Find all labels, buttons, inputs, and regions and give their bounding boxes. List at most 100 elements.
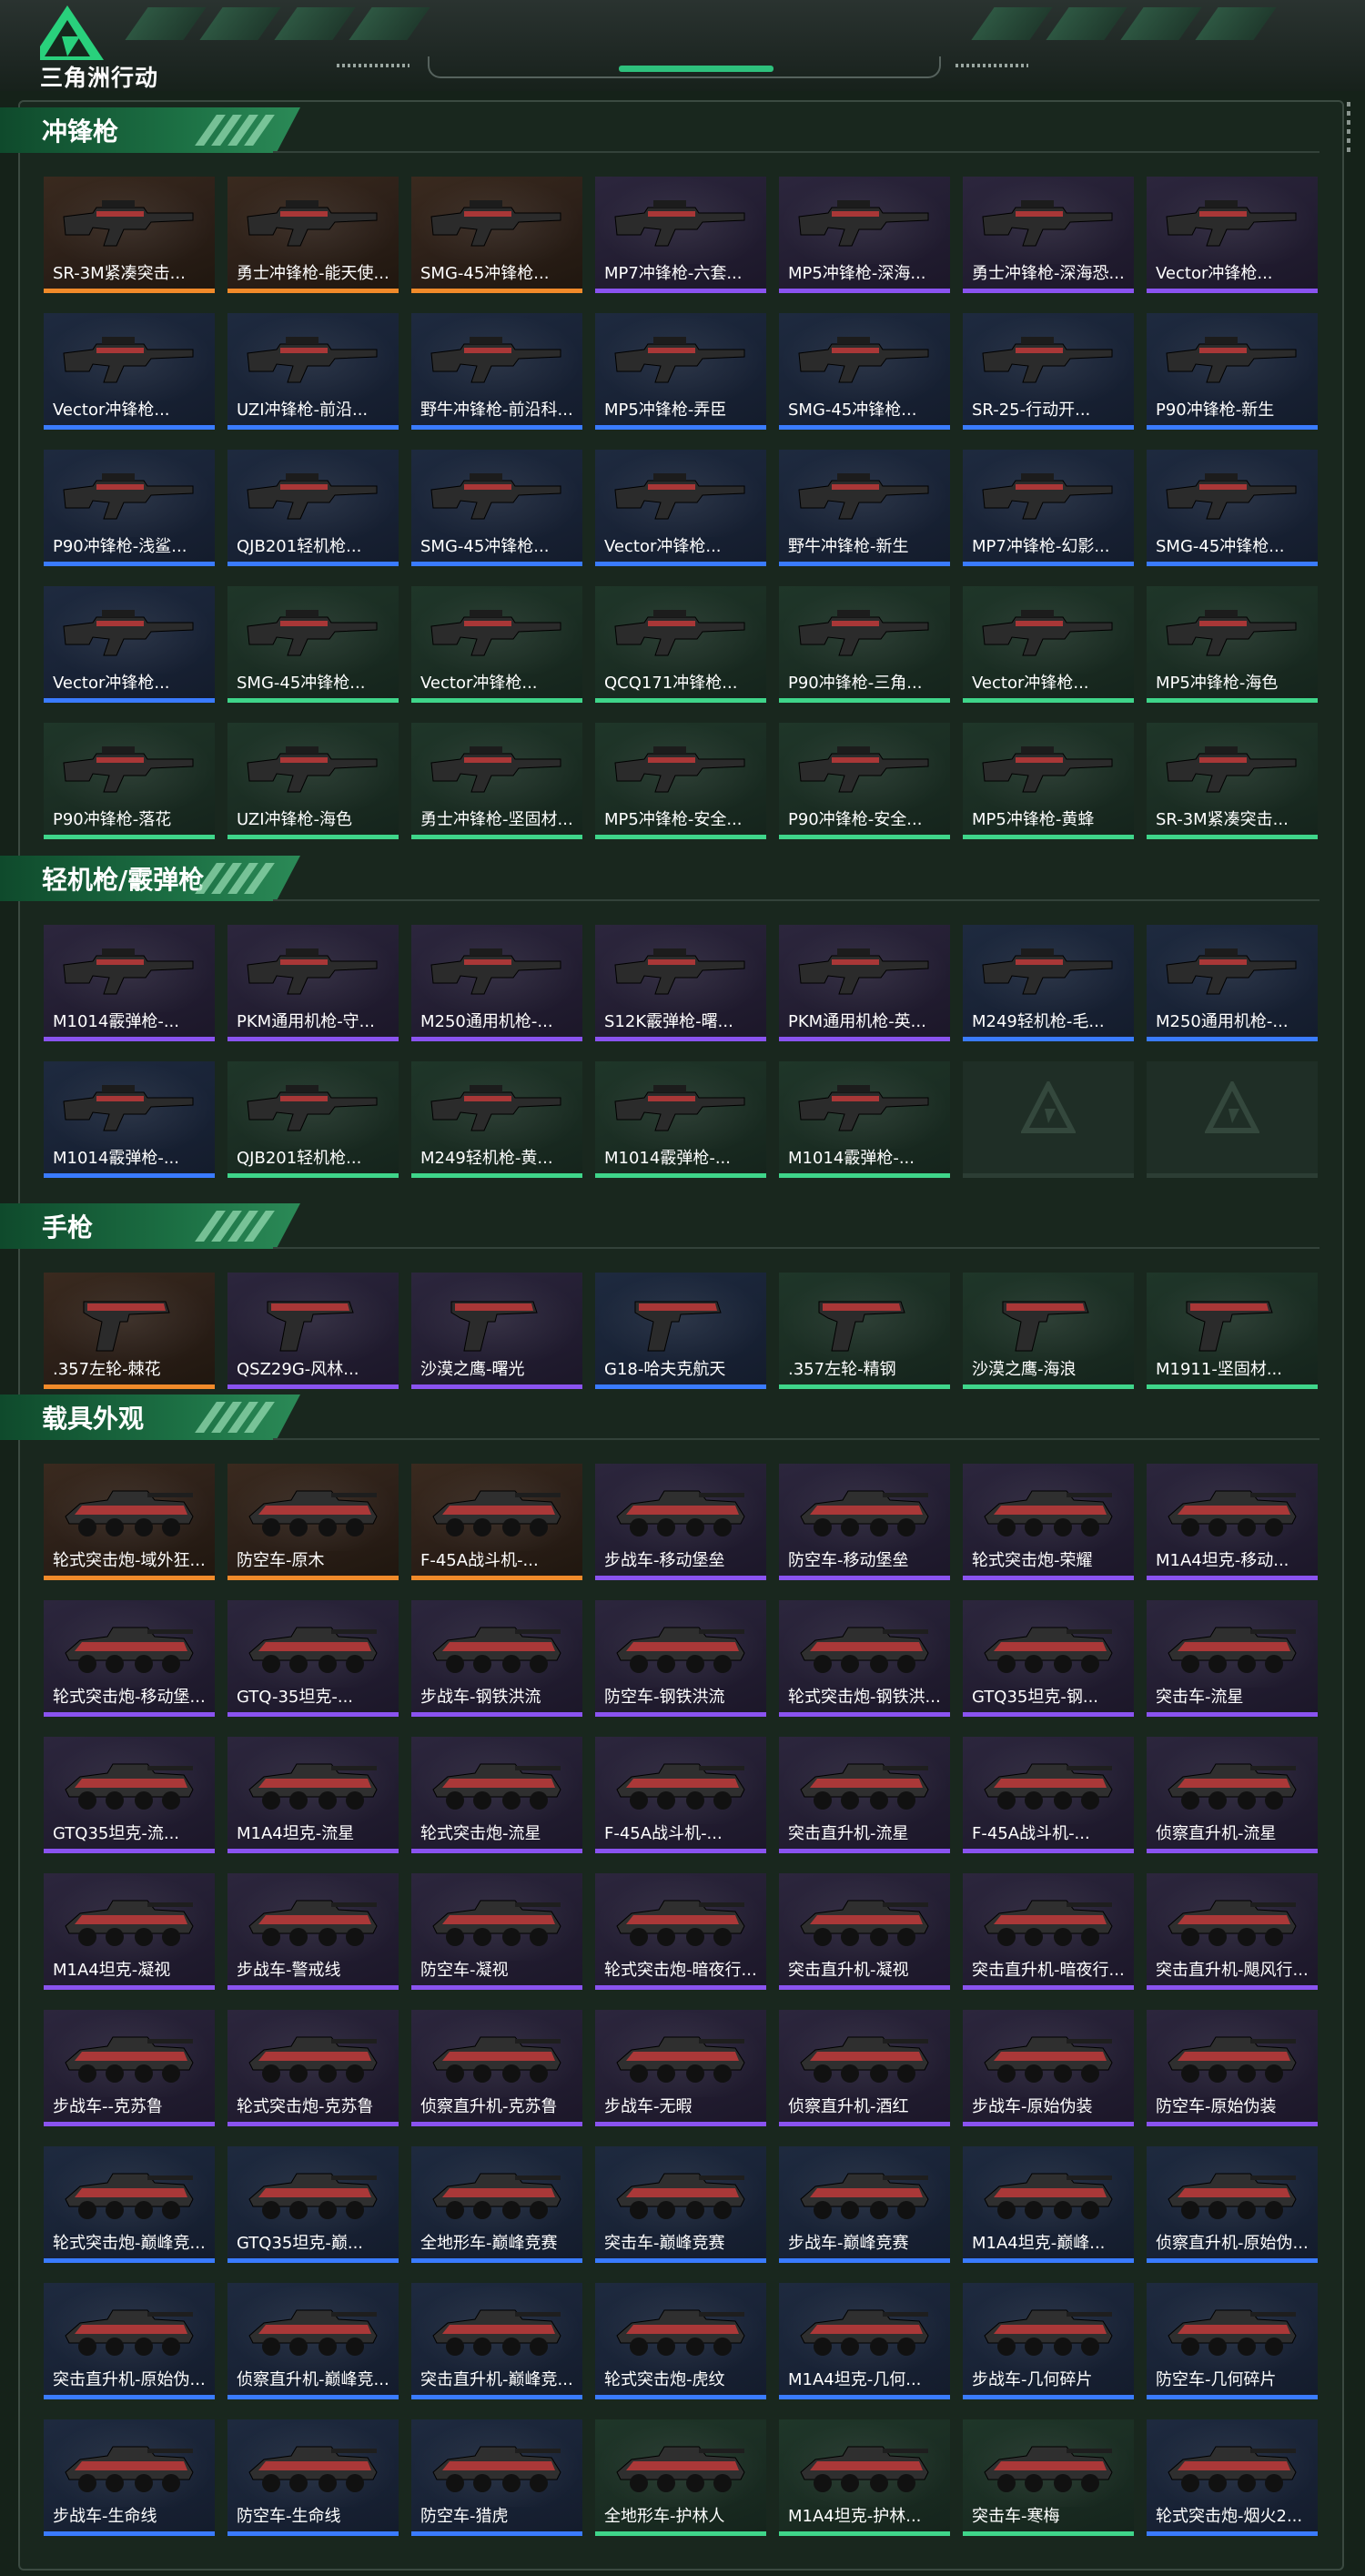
item-card[interactable]: .accent{fill:#e08a2a;opacity:.85} 防空车-原始伪… [1147,2010,1318,2126]
item-card[interactable]: .accent{fill:#c85a8a;opacity:.85} 步战车--克苏… [44,2010,215,2126]
item-card[interactable]: .accent{fill:#9b5bd6;opacity:.85} Vector冲… [595,450,766,566]
item-card[interactable]: .accent{fill:#c03a3a;opacity:.85} P90冲锋枪-… [779,723,950,839]
item-card[interactable]: .accent{fill:#e6e6e6;opacity:.85} MP5冲锋枪-… [595,723,766,839]
item-card[interactable]: .accent{fill:#3fb86b;opacity:.85} Vector冲… [963,586,1134,703]
item-card[interactable]: .accent{fill:#e6e6e6;opacity:.85} Vector冲… [411,586,582,703]
item-card[interactable]: .accent{fill:#3fb86b;opacity:.85} .357左轮-… [779,1273,950,1389]
item-card[interactable]: .accent{fill:#e08a2a;opacity:.85} 突击直升机-暗… [963,1873,1134,1990]
item-card[interactable]: .accent{fill:#4aa3d8;opacity:.85} 突击车-流星 [1147,1600,1318,1717]
item-card[interactable]: .accent{fill:#d8c23a;opacity:.85} 轮式突击炮-钢… [779,1600,950,1717]
item-card[interactable]: .accent{fill:#d8c23a;opacity:.85} 突击直升机-飓… [1147,1873,1318,1990]
item-card[interactable]: .accent{fill:#d8c23a;opacity:.85} PKM通用机枪… [228,925,399,1041]
item-card[interactable]: .accent{fill:#c85a8a;opacity:.85} GTQ35坦克… [963,1600,1134,1717]
item-card[interactable]: .accent{fill:#9b5bd6;opacity:.85} MP5冲锋枪-… [963,723,1134,839]
item-card[interactable]: .accent{fill:#c03a3a;opacity:.85} M1A4坦克-… [228,1737,399,1853]
item-card[interactable]: .accent{fill:#e6e6e6;opacity:.85} 突击车-寒梅 [963,2419,1134,2536]
item-card[interactable]: .accent{fill:#d8c23a;opacity:.85} M249轻机枪… [411,1061,582,1178]
item-card[interactable]: .accent{fill:#9b5bd6;opacity:.85} P90冲锋枪-… [779,586,950,703]
item-card[interactable]: .accent{fill:#4aa3d8;opacity:.85} S12K霰弹枪… [595,925,766,1041]
item-card[interactable]: .accent{fill:#3fb86b;opacity:.85} MP5冲锋枪-… [595,313,766,430]
item-card[interactable]: .accent{fill:#e6e6e6;opacity:.85} 突击车-巅峰竞… [595,2146,766,2263]
item-card[interactable]: .accent{fill:#d8c23a;opacity:.85} SMG-45冲… [1147,450,1318,566]
item-card[interactable]: .accent{fill:#d8c23a;opacity:.85} 防空车-猎虎 [411,2419,582,2536]
item-card[interactable]: .accent{fill:#d8c23a;opacity:.85} P90冲锋枪-… [44,723,215,839]
item-card[interactable]: .accent{fill:#4aa3d8;opacity:.85} P90冲锋枪-… [44,450,215,566]
item-card[interactable]: .accent{fill:#e6e6e6;opacity:.85} PKM通用机枪… [779,925,950,1041]
item-card[interactable]: .accent{fill:#4aa3d8;opacity:.85} M1A4坦克-… [779,2419,950,2536]
item-card[interactable]: .accent{fill:#4aa3d8;opacity:.85} Vector冲… [1147,177,1318,293]
item-card[interactable]: .accent{fill:#3fb86b;opacity:.85} 侦察直升机-原… [1147,2146,1318,2263]
item-card[interactable]: .accent{fill:#e08a2a;opacity:.85} M1014霰弹… [44,925,215,1041]
item-card[interactable]: .accent{fill:#e08a2a;opacity:.85} MP7冲锋枪-… [963,450,1134,566]
item-card[interactable]: .accent{fill:#9b5bd6;opacity:.85} M1A4坦克-… [963,2146,1134,2263]
item-card[interactable]: .accent{fill:#e08a2a;opacity:.85} F-45A战斗… [411,1464,582,1580]
item-card[interactable]: .accent{fill:#4aa3d8;opacity:.85} .357左轮-… [44,1273,215,1389]
item-card[interactable]: .accent{fill:#4aa3d8;opacity:.85} 全地形车-巅峰… [411,2146,582,2263]
item-card[interactable]: .accent{fill:#c85a8a;opacity:.85} M1014霰弹… [595,1061,766,1178]
item-card[interactable]: .accent{fill:#4aa3d8;opacity:.85} 轮式突击炮-荣… [963,1464,1134,1580]
item-card[interactable]: .accent{fill:#c85a8a;opacity:.85} 勇士冲锋枪-深… [963,177,1134,293]
item-card[interactable]: .accent{fill:#c85a8a;opacity:.85} 防空车-移动堡… [779,1464,950,1580]
item-card[interactable]: .accent{fill:#3fb86b;opacity:.85} 步战车-钢铁洪… [411,1600,582,1717]
item-card[interactable]: .accent{fill:#c03a3a;opacity:.85} 步战车-几何碎… [963,2283,1134,2399]
item-card[interactable]: .accent{fill:#3fb86b;opacity:.85} M1014霰弹… [44,1061,215,1178]
item-card[interactable]: .accent{fill:#9b5bd6;opacity:.85} 侦察直升机-酒… [779,2010,950,2126]
item-card[interactable]: .accent{fill:#e6e6e6;opacity:.85} Vector冲… [44,313,215,430]
item-card[interactable]: .accent{fill:#c85a8a;opacity:.85} 突击直升机-巅… [411,2283,582,2399]
item-card[interactable]: .accent{fill:#e6e6e6;opacity:.85} QSZ29G-… [228,1273,399,1389]
item-card[interactable]: .accent{fill:#e08a2a;opacity:.85} MP7冲锋枪-… [595,177,766,293]
item-card[interactable]: .accent{fill:#d8c23a;opacity:.85} M1911-坚… [1147,1273,1318,1389]
item-card[interactable]: .accent{fill:#c03a3a;opacity:.85} 轮式突击炮-移… [44,1600,215,1717]
item-card[interactable]: .accent{fill:#d8c23a;opacity:.85} 步战车-移动堡… [595,1464,766,1580]
item-card[interactable]: .accent{fill:#c85a8a;opacity:.85} 全地形车-护林… [595,2419,766,2536]
item-card[interactable]: .accent{fill:#9b5bd6;opacity:.85} GTQ-35坦… [228,1600,399,1717]
item-card[interactable]: .accent{fill:#9b5bd6;opacity:.85} 轮式突击炮-域… [44,1464,215,1580]
item-card[interactable]: .accent{fill:#e6e6e6;opacity:.85} 步战车-警戒线 [228,1873,399,1990]
item-card[interactable]: .accent{fill:#4aa3d8;opacity:.85} 轮式突击炮-虎… [595,2283,766,2399]
item-card[interactable]: .accent{fill:#c03a3a;opacity:.85} 防空车-凝视 [411,1873,582,1990]
item-card[interactable]: .accent{fill:#c85a8a;opacity:.85} 侦察直升机-流… [1147,1737,1318,1853]
item-card[interactable]: .accent{fill:#c03a3a;opacity:.85} 步战车-无暇 [595,2010,766,2126]
item-card[interactable]: .accent{fill:#3fb86b;opacity:.85} SMG-45冲… [411,177,582,293]
item-card[interactable]: .accent{fill:#d8c23a;opacity:.85} F-45A战斗… [963,1737,1134,1853]
item-card[interactable]: .accent{fill:#e6e6e6;opacity:.85} M1A4坦克-… [779,2283,950,2399]
item-card[interactable]: .accent{fill:#9b5bd6;opacity:.85} 轮式突击炮-流… [411,1737,582,1853]
item-card[interactable]: .accent{fill:#3fb86b;opacity:.85} 步战车-生命线 [44,2419,215,2536]
item-card[interactable]: .accent{fill:#e08a2a;opacity:.85} 突击直升机-流… [779,1737,950,1853]
item-card[interactable]: .accent{fill:#4aa3d8;opacity:.85} SMG-45冲… [228,586,399,703]
item-card[interactable]: .accent{fill:#c03a3a;opacity:.85} QCQ171冲… [595,586,766,703]
item-card[interactable]: .accent{fill:#9b5bd6;opacity:.85} M250通用机… [1147,925,1318,1041]
item-card[interactable]: .accent{fill:#e08a2a;opacity:.85} 防空车-钢铁洪… [595,1600,766,1717]
item-card[interactable]: .accent{fill:#3fb86b;opacity:.85} 野牛冲锋枪-新… [779,450,950,566]
item-card[interactable]: .accent{fill:#e08a2a;opacity:.85} SMG-45冲… [779,313,950,430]
item-card[interactable]: .accent{fill:#e6e6e6;opacity:.85} GTQ35坦克… [44,1737,215,1853]
item-card[interactable]: .accent{fill:#3fb86b;opacity:.85} F-45A战斗… [595,1737,766,1853]
item-card[interactable]: .accent{fill:#e08a2a;opacity:.85} 防空车-生命线 [228,2419,399,2536]
item-card[interactable]: .accent{fill:#3fb86b;opacity:.85} SR-3M紧凑… [1147,723,1318,839]
item-card[interactable]: .accent{fill:#d8c23a;opacity:.85} 轮式突击炮-巅… [44,2146,215,2263]
item-card[interactable]: .accent{fill:#c03a3a;opacity:.85} SMG-45冲… [411,450,582,566]
item-card[interactable]: .accent{fill:#9b5bd6;opacity:.85} 防空车-几何碎… [1147,2283,1318,2399]
item-card[interactable]: .accent{fill:#e6e6e6;opacity:.85} M1A4坦克-… [1147,1464,1318,1580]
scrollbar[interactable] [1347,102,1350,157]
item-card[interactable]: .accent{fill:#e08a2a;opacity:.85} QJB201轻… [228,1061,399,1178]
item-card[interactable]: .accent{fill:#e6e6e6;opacity:.85} 侦察直升机-克… [411,2010,582,2126]
item-card[interactable]: .accent{fill:#d8c23a;opacity:.85} MP5冲锋枪-… [779,177,950,293]
item-card[interactable]: .accent{fill:#e08a2a;opacity:.85} 突击直升机-原… [44,2283,215,2399]
item-card[interactable]: .accent{fill:#9b5bd6;opacity:.85} G18-哈夫克… [595,1273,766,1389]
item-card[interactable]: .accent{fill:#3fb86b;opacity:.85} 突击直升机-凝… [779,1873,950,1990]
item-card[interactable]: .accent{fill:#c85a8a;opacity:.85} P90冲锋枪-… [1147,313,1318,430]
item-card[interactable]: .accent{fill:#4aa3d8;opacity:.85} 轮式突击炮-克… [228,2010,399,2126]
item-card[interactable]: .accent{fill:#e6e6e6;opacity:.85} QJB201轻… [228,450,399,566]
item-card[interactable]: .accent{fill:#c85a8a;opacity:.85} Vector冲… [44,586,215,703]
item-card[interactable]: .accent{fill:#c03a3a;opacity:.85} 沙漠之鹰-曙光 [411,1273,582,1389]
item-card[interactable]: .accent{fill:#e08a2a;opacity:.85} MP5冲锋枪-… [1147,586,1318,703]
item-card[interactable]: .accent{fill:#d8c23a;opacity:.85} SR-25-行… [963,313,1134,430]
item-card[interactable]: .accent{fill:#9b5bd6;opacity:.85} 野牛冲锋枪-前… [411,313,582,430]
item-card[interactable]: .accent{fill:#4aa3d8;opacity:.85} 勇士冲锋枪-坚… [411,723,582,839]
item-card[interactable]: .accent{fill:#c85a8a;opacity:.85} UZI冲锋枪-… [228,723,399,839]
item-card[interactable]: .accent{fill:#e08a2a;opacity:.85} 沙漠之鹰-海浪 [963,1273,1134,1389]
item-card[interactable]: .accent{fill:#3fb86b;opacity:.85} 步战车-原始伪… [963,2010,1134,2126]
item-card[interactable]: .accent{fill:#3fb86b;opacity:.85} 防空车-原木 [228,1464,399,1580]
item-card[interactable]: .accent{fill:#d8c23a;opacity:.85} 侦察直升机-巅… [228,2283,399,2399]
